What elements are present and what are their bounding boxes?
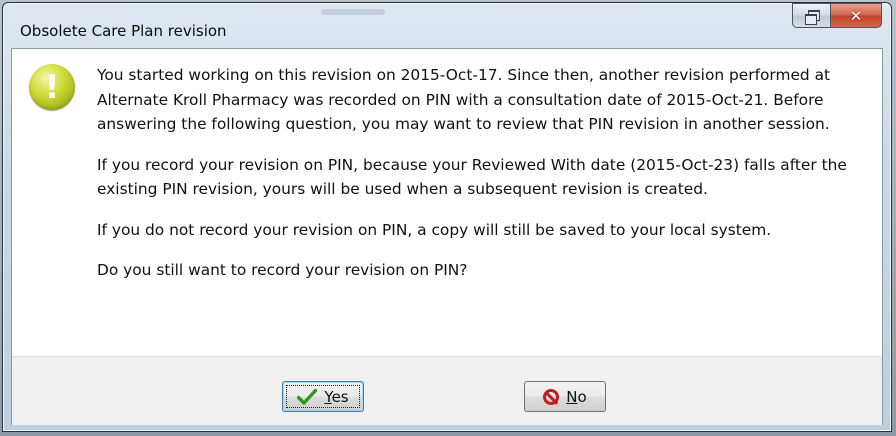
dialog-client-area: ! You started working on this revision o…: [11, 48, 883, 425]
yes-button-label: Yes: [324, 387, 349, 406]
message-paragraph-2: If you record your revision on PIN, beca…: [97, 155, 847, 199]
no-entry-icon: [543, 388, 560, 405]
close-button[interactable]: ✕: [830, 3, 882, 28]
message-paragraph-4: Do you still want to record your revisio…: [97, 261, 468, 279]
message-paragraph-1: You started working on this revision on …: [97, 66, 831, 133]
button-bar: Yes No: [12, 356, 882, 425]
yes-button[interactable]: Yes: [282, 381, 364, 412]
restore-button[interactable]: [792, 3, 830, 28]
background-title-ghost: [321, 9, 385, 15]
window-title: Obsolete Care Plan revision: [20, 22, 227, 40]
checkmark-icon: [297, 388, 318, 405]
message-area: ! You started working on this revision o…: [12, 49, 882, 356]
warning-exclamation-icon: !: [29, 64, 75, 110]
no-button-label: No: [566, 387, 587, 406]
restore-icon: [804, 9, 820, 25]
caption-buttons: ✕: [792, 3, 882, 28]
dialog-window: Obsolete Care Plan revision ✕ ! You star…: [2, 2, 892, 432]
no-button[interactable]: No: [524, 381, 606, 412]
message-text: You started working on this revision on …: [97, 63, 872, 299]
title-bar[interactable]: Obsolete Care Plan revision ✕: [3, 3, 891, 49]
message-paragraph-3: If you do not record your revision on PI…: [97, 220, 772, 239]
close-icon: ✕: [849, 6, 863, 25]
